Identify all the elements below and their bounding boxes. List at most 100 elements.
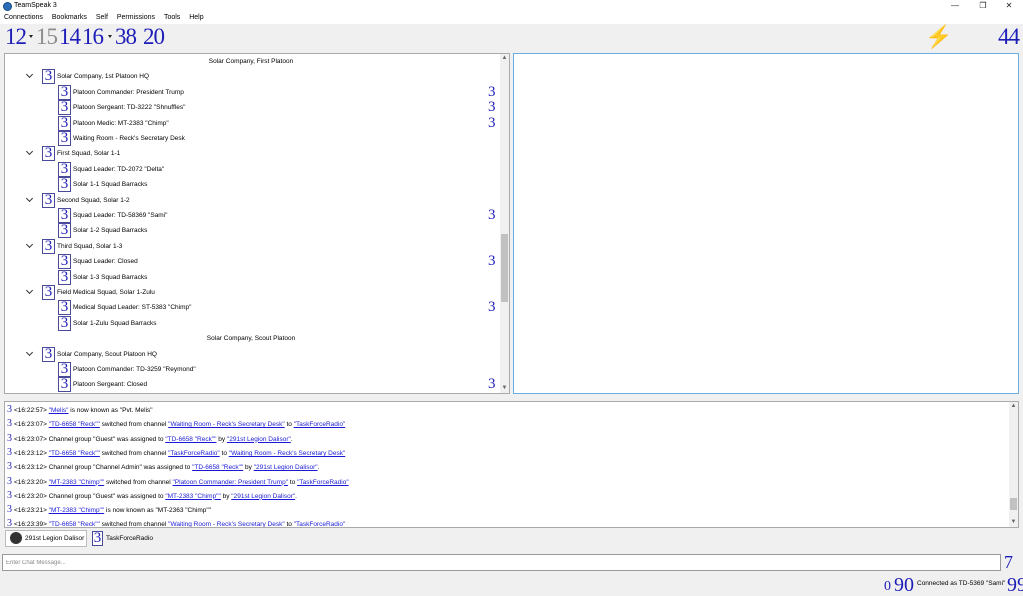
chevron-down-icon[interactable] bbox=[29, 35, 33, 38]
channel-row[interactable]: 3 Second Squad, Solar 1-2 bbox=[5, 193, 497, 208]
microphone-icon[interactable]: 16 bbox=[82, 25, 104, 48]
channel-icon: 3 bbox=[58, 362, 71, 377]
channel-row[interactable]: 3 Medical Squad Leader: ST-5383 "Chimp" 3 bbox=[5, 300, 497, 315]
channel-icon: 3 bbox=[58, 316, 71, 331]
chevron-down-icon[interactable] bbox=[26, 72, 33, 79]
info-panel bbox=[513, 53, 1019, 394]
chevron-down-icon[interactable] bbox=[26, 288, 33, 295]
chevron-down-icon[interactable] bbox=[26, 149, 33, 156]
channel-label: Platoon Sergeant: TD-3222 "Shnuffles" bbox=[73, 104, 186, 111]
subscribe-icon[interactable]: 20 bbox=[143, 25, 165, 48]
log-link[interactable]: "MT-2383 "Chimp"" bbox=[49, 479, 104, 486]
log-link[interactable]: "291st Legion Dalisor" bbox=[254, 464, 318, 471]
tree-scroll-thumb[interactable] bbox=[501, 234, 508, 302]
channel-spacer[interactable]: Solar Company, Scout Platoon bbox=[5, 331, 497, 346]
log-text: switched from channel bbox=[104, 478, 173, 486]
scroll-down-icon[interactable]: ▼ bbox=[500, 384, 509, 393]
channel-spacer[interactable]: Solar Company, First Platoon bbox=[5, 54, 497, 69]
channel-tree: 3First Squad, Ranger 13Platoon Sergeant:… bbox=[4, 53, 510, 394]
minimize-button[interactable]: — bbox=[942, 0, 968, 13]
restore-button[interactable]: ❐ bbox=[970, 0, 996, 13]
log-link[interactable]: "TaskForceRadio" bbox=[168, 450, 220, 457]
menu-connections[interactable]: Connections bbox=[0, 13, 46, 21]
channel-row[interactable]: 3 Solar 1-Zulu Squad Barracks bbox=[5, 316, 497, 331]
channel-row[interactable]: 3 Field Medical Squad, Solar 1-Zulu bbox=[5, 285, 497, 300]
log-link[interactable]: "MT-2383 "Chimp"" bbox=[49, 507, 104, 514]
channel-row[interactable]: 3 Platoon Sergeant: TD-3222 "Shnuffles" 3 bbox=[5, 100, 497, 115]
log-link[interactable]: "Waiting Room - Reck's Secretary Desk" bbox=[168, 521, 285, 527]
channel-row[interactable]: 3 Platoon Commander: President Trump 3 bbox=[5, 85, 497, 100]
menu-help[interactable]: Help bbox=[185, 13, 206, 21]
news-icon[interactable]: 0 bbox=[884, 578, 891, 596]
status-bar: 0 90 Connected as TD-5369 "Sami" 99 bbox=[0, 574, 1023, 596]
log-link[interactable]: "TaskForceRadio" bbox=[297, 479, 349, 486]
chevron-down-icon[interactable] bbox=[26, 350, 33, 357]
log-link[interactable]: "TD-6658 "Reck"" bbox=[165, 436, 216, 443]
chevron-down-icon[interactable] bbox=[108, 35, 112, 38]
channel-row[interactable]: 3 Platoon Medic: MT-2383 "Chimp" 3 bbox=[5, 116, 497, 131]
channel-row[interactable]: 3 Platoon Commander: TD-3259 "Reymond" bbox=[5, 362, 497, 377]
menu-self[interactable]: Self bbox=[92, 13, 111, 21]
log-link[interactable]: "Waiting Room - Reck's Secretary Desk" bbox=[168, 421, 285, 428]
tab-channel[interactable]: 3 TaskForceRadio bbox=[88, 530, 158, 547]
connect-icon[interactable]: 12 bbox=[5, 25, 27, 48]
scroll-down-icon[interactable]: ▼ bbox=[1009, 518, 1018, 527]
channel-icon: 3 bbox=[42, 285, 55, 300]
menu-permissions[interactable]: Permissions bbox=[113, 13, 158, 21]
channel-row[interactable]: 3 First Squad, Solar 1-1 bbox=[5, 146, 497, 161]
plugin-icon[interactable]: ⚡ bbox=[925, 26, 952, 48]
chat-scroll-thumb[interactable] bbox=[1010, 498, 1017, 510]
log-link[interactable]: "Melis" bbox=[49, 407, 69, 414]
log-link[interactable]: "Waiting Room - Reck's Secretary Desk" bbox=[229, 450, 346, 457]
channel-row[interactable]: 3 Solar Company, Scout Platoon HQ bbox=[5, 347, 497, 362]
channel-row[interactable]: 3 Platoon Sergeant: Closed 3 bbox=[5, 377, 497, 392]
channel-row[interactable]: 3 Squad Leader: TD-2072 "Delta" bbox=[5, 162, 497, 177]
identity-icon[interactable]: 44 bbox=[998, 25, 1020, 48]
log-link[interactable]: "TD-6658 "Reck"" bbox=[192, 464, 243, 471]
channel-row[interactable]: 3 Solar 1-3 Squad Barracks bbox=[5, 270, 497, 285]
log-text: switched from channel bbox=[99, 521, 169, 528]
close-button[interactable]: ✕ bbox=[996, 0, 1022, 13]
channel-row[interactable]: 3 Third Squad, Solar 1-3 bbox=[5, 239, 497, 254]
channel-label: Medical Squad Leader: ST-5383 "Chimp" bbox=[73, 304, 192, 311]
menu-bookmarks[interactable]: Bookmarks bbox=[48, 13, 90, 21]
log-link[interactable]: "291st Legion Dalisor" bbox=[231, 493, 295, 500]
disconnect-icon[interactable]: 15 bbox=[36, 25, 58, 48]
emoticon-icon[interactable]: 7 bbox=[1004, 553, 1020, 571]
connection-info-icon[interactable]: 90 bbox=[894, 575, 914, 595]
tree-scrollbar[interactable]: ▲ ▼ bbox=[500, 54, 509, 393]
chevron-down-icon[interactable] bbox=[26, 196, 33, 203]
log-link[interactable]: "291st Legion Dalisor" bbox=[227, 436, 291, 443]
log-link[interactable]: "TD-6658 "Reck"" bbox=[49, 421, 100, 428]
tab-server[interactable]: 291st Legion Dalisor bbox=[5, 530, 87, 547]
chat-input[interactable] bbox=[3, 555, 1000, 570]
menu-tools[interactable]: Tools bbox=[160, 13, 183, 21]
status-indicator-icon[interactable]: 99 bbox=[1007, 575, 1023, 595]
channel-row[interactable]: 3 Solar Company, 1st Platoon HQ bbox=[5, 69, 497, 84]
channel-row[interactable]: 3 Solar 1-1 Squad Barracks bbox=[5, 177, 497, 192]
channel-row[interactable]: 3 Squad Leader: TD-58369 "Sami" 3 bbox=[5, 208, 497, 223]
chat-input-box[interactable] bbox=[2, 554, 1001, 571]
away-icon[interactable]: 14 bbox=[59, 25, 81, 48]
log-link[interactable]: "TaskForceRadio" bbox=[294, 521, 346, 527]
log-link[interactable]: "TD-6658 "Reck"" bbox=[49, 521, 100, 527]
scroll-up-icon[interactable]: ▲ bbox=[500, 54, 509, 63]
channel-label: Solar Company, Scout Platoon HQ bbox=[57, 351, 157, 358]
log-text: <16:23:20> bbox=[14, 478, 49, 486]
channel-row[interactable]: 3First Squad, Ranger 1 bbox=[5, 393, 497, 394]
log-text: switched from channel bbox=[99, 449, 169, 457]
channel-row[interactable]: 3 Waiting Room - Reck's Secretary Desk bbox=[5, 131, 497, 146]
chevron-down-icon[interactable] bbox=[26, 242, 33, 249]
log-link[interactable]: "MT-2383 "Chimp"" bbox=[165, 493, 220, 500]
channel-row[interactable]: 3 Solar 1-2 Squad Barracks bbox=[5, 223, 497, 238]
speakers-icon[interactable]: 38 bbox=[115, 25, 137, 48]
log-link[interactable]: "Platoon Commander: President Trump" bbox=[172, 479, 288, 486]
channel-flag-icon: 3 bbox=[488, 116, 496, 131]
teamspeak-logo-icon bbox=[3, 2, 12, 11]
log-entry-icon: 3 bbox=[7, 489, 12, 501]
log-link[interactable]: "TaskForceRadio" bbox=[294, 421, 346, 428]
channel-row[interactable]: 3 Squad Leader: Closed 3 bbox=[5, 254, 497, 269]
scroll-up-icon[interactable]: ▲ bbox=[1009, 402, 1018, 411]
chat-scrollbar[interactable]: ▲ ▼ bbox=[1009, 402, 1018, 527]
log-link[interactable]: "TD-6658 "Reck"" bbox=[49, 450, 100, 457]
